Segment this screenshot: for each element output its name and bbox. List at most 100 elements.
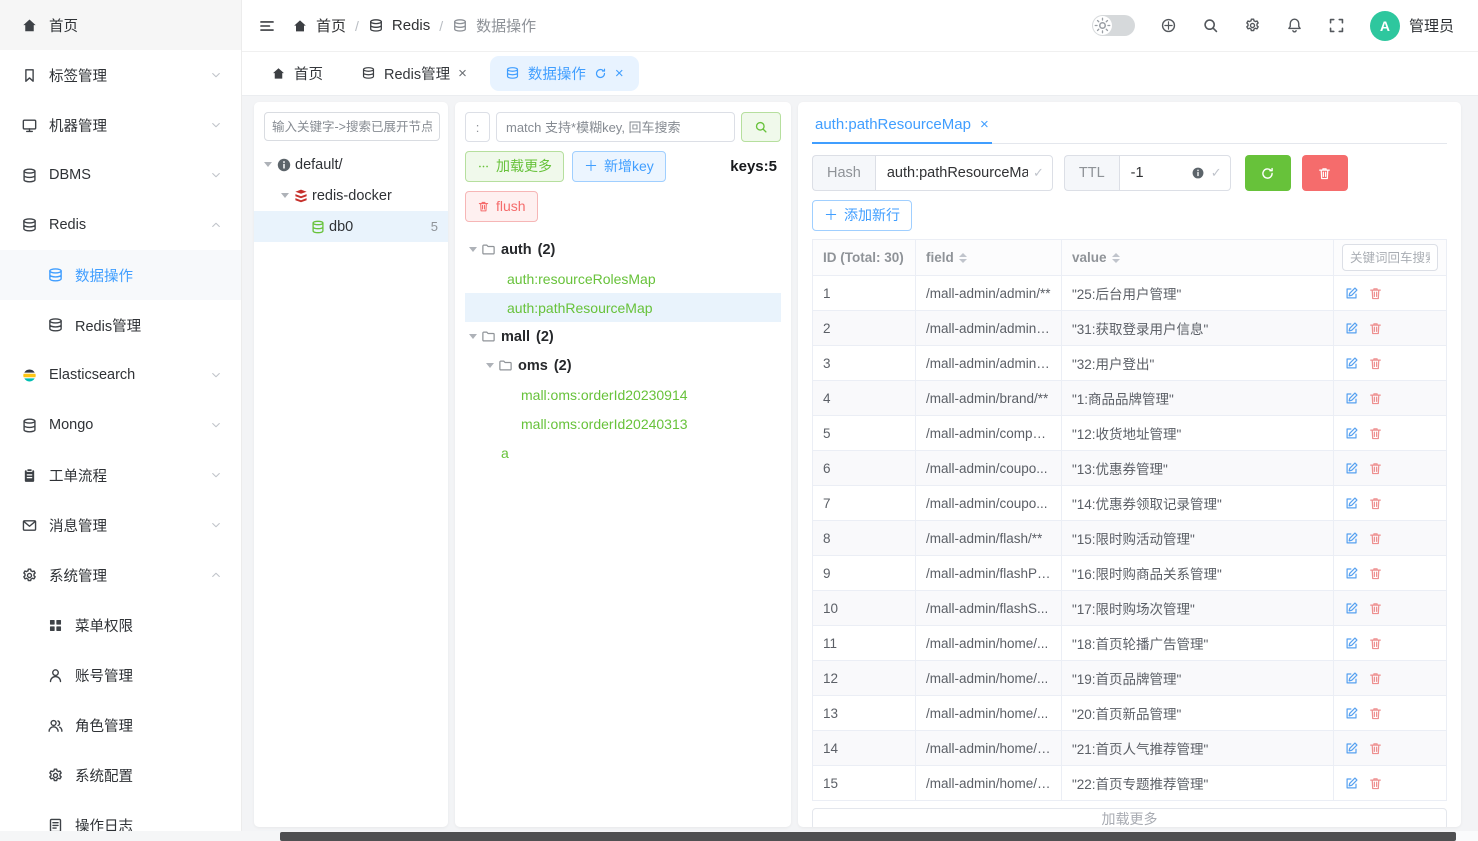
edit-icon[interactable] bbox=[1344, 531, 1359, 546]
trash-icon[interactable] bbox=[1368, 601, 1383, 616]
tab-redis-manage[interactable]: Redis管理 × bbox=[346, 56, 482, 91]
collapse-sidebar-icon[interactable] bbox=[258, 17, 276, 35]
gear-icon[interactable] bbox=[1244, 17, 1261, 34]
refresh-icon[interactable] bbox=[594, 67, 607, 80]
refresh-key-button[interactable] bbox=[1244, 155, 1291, 191]
edit-icon[interactable] bbox=[1344, 391, 1359, 406]
table-filter-input[interactable] bbox=[1342, 244, 1438, 271]
bell-icon[interactable] bbox=[1286, 17, 1303, 34]
edit-icon[interactable] bbox=[1344, 636, 1359, 651]
sort-icon[interactable] bbox=[1111, 253, 1120, 264]
caret-down-icon[interactable] bbox=[486, 363, 494, 368]
horizontal-scrollbar[interactable] bbox=[0, 831, 1478, 841]
sidebar-item-home[interactable]: 首页 bbox=[0, 0, 241, 50]
language-icon[interactable] bbox=[1160, 17, 1177, 34]
add-key-button[interactable]: ＋ 新增key bbox=[572, 151, 666, 182]
trash-icon[interactable] bbox=[1368, 496, 1383, 511]
edit-icon[interactable] bbox=[1344, 741, 1359, 756]
edit-icon[interactable] bbox=[1344, 461, 1359, 476]
caret-down-icon[interactable] bbox=[281, 193, 289, 198]
theme-toggle[interactable] bbox=[1091, 15, 1135, 36]
confirm-check-icon[interactable]: ✓ bbox=[1033, 155, 1044, 191]
edit-icon[interactable] bbox=[1344, 356, 1359, 371]
key-item[interactable]: auth:resourceRolesMap bbox=[465, 264, 781, 293]
edit-icon[interactable] bbox=[1344, 566, 1359, 581]
sidebar-item-messages[interactable]: 消息管理 bbox=[0, 500, 241, 550]
fullscreen-icon[interactable] bbox=[1328, 17, 1345, 34]
load-more-rows-button[interactable]: 加载更多 bbox=[812, 808, 1447, 827]
trash-icon[interactable] bbox=[1368, 636, 1383, 651]
match-pattern-input[interactable] bbox=[496, 112, 735, 142]
separator-input[interactable] bbox=[465, 112, 490, 142]
tab-home[interactable]: 首页 bbox=[256, 56, 338, 91]
trash-icon[interactable] bbox=[1368, 461, 1383, 476]
edit-icon[interactable] bbox=[1344, 706, 1359, 721]
tree-node-db0[interactable]: db0 5 bbox=[254, 211, 448, 242]
tree-node-default[interactable]: default/ bbox=[264, 149, 440, 180]
breadcrumb-redis[interactable]: Redis bbox=[368, 17, 430, 34]
sidebar-item-accounts[interactable]: 账号管理 bbox=[0, 650, 241, 700]
load-more-keys-button[interactable]: 加载更多 bbox=[465, 151, 564, 182]
sidebar-item-workorder[interactable]: 工单流程 bbox=[0, 450, 241, 500]
edit-icon[interactable] bbox=[1344, 321, 1359, 336]
key-folder-oms[interactable]: oms (2) bbox=[465, 351, 781, 380]
edit-icon[interactable] bbox=[1344, 601, 1359, 616]
sidebar-item-machines[interactable]: 机器管理 bbox=[0, 100, 241, 150]
key-folder-mall[interactable]: mall (2) bbox=[465, 322, 781, 351]
key-item[interactable]: a bbox=[465, 438, 781, 467]
close-icon[interactable]: × bbox=[615, 66, 624, 81]
sidebar-item-dbms[interactable]: DBMS bbox=[0, 150, 241, 200]
search-keys-button[interactable] bbox=[741, 112, 781, 142]
caret-down-icon[interactable] bbox=[469, 334, 477, 339]
flush-button[interactable]: flush bbox=[465, 191, 538, 222]
key-item[interactable]: mall:oms:orderId20230914 bbox=[465, 380, 781, 409]
sidebar-item-menu-perms[interactable]: 菜单权限 bbox=[0, 600, 241, 650]
trash-icon[interactable] bbox=[1368, 776, 1383, 791]
trash-icon[interactable] bbox=[1368, 286, 1383, 301]
caret-down-icon[interactable] bbox=[469, 247, 477, 252]
add-row-button[interactable]: ＋ 添加新行 bbox=[812, 200, 912, 231]
user-menu[interactable]: A 管理员 bbox=[1369, 10, 1454, 41]
edit-icon[interactable] bbox=[1344, 286, 1359, 301]
close-icon[interactable]: × bbox=[980, 117, 989, 132]
trash-icon[interactable] bbox=[1368, 531, 1383, 546]
type-select[interactable]: Hash bbox=[812, 155, 875, 191]
sidebar-item-system[interactable]: 系统管理 bbox=[0, 550, 241, 600]
delete-key-button[interactable] bbox=[1301, 155, 1348, 191]
trash-icon[interactable] bbox=[1368, 321, 1383, 336]
trash-icon[interactable] bbox=[1368, 566, 1383, 581]
scrollbar-thumb[interactable] bbox=[280, 832, 1456, 841]
trash-icon[interactable] bbox=[1368, 741, 1383, 756]
key-name-input[interactable] bbox=[874, 155, 1053, 191]
trash-icon[interactable] bbox=[1368, 426, 1383, 441]
sidebar-item-redis[interactable]: Redis bbox=[0, 200, 241, 250]
edit-icon[interactable] bbox=[1344, 496, 1359, 511]
caret-down-icon[interactable] bbox=[264, 162, 272, 167]
sidebar-item-data-ops[interactable]: 数据操作 bbox=[0, 250, 241, 300]
search-icon[interactable] bbox=[1202, 17, 1219, 34]
trash-icon[interactable] bbox=[1368, 391, 1383, 406]
tree-node-redis-docker[interactable]: redis-docker bbox=[264, 180, 440, 211]
edit-icon[interactable] bbox=[1344, 426, 1359, 441]
key-tab[interactable]: auth:pathResourceMap × bbox=[812, 114, 992, 144]
sidebar-item-roles[interactable]: 角色管理 bbox=[0, 700, 241, 750]
trash-icon[interactable] bbox=[1368, 356, 1383, 371]
edit-icon[interactable] bbox=[1344, 776, 1359, 791]
sidebar-item-sysconfig[interactable]: 系统配置 bbox=[0, 750, 241, 800]
trash-icon[interactable] bbox=[1368, 706, 1383, 721]
breadcrumb-home[interactable]: 首页 bbox=[292, 15, 346, 36]
sidebar-item-tags[interactable]: 标签管理 bbox=[0, 50, 241, 100]
sort-icon[interactable] bbox=[958, 253, 967, 264]
explorer-search-input[interactable] bbox=[264, 112, 440, 141]
sidebar-item-redis-manage[interactable]: Redis管理 bbox=[0, 300, 241, 350]
key-folder-auth[interactable]: auth (2) bbox=[465, 235, 781, 264]
key-item[interactable]: auth:pathResourceMap bbox=[465, 293, 781, 322]
close-icon[interactable]: × bbox=[458, 66, 467, 81]
trash-icon[interactable] bbox=[1368, 671, 1383, 686]
edit-icon[interactable] bbox=[1344, 671, 1359, 686]
sidebar-item-mongo[interactable]: Mongo bbox=[0, 400, 241, 450]
tab-data-ops[interactable]: 数据操作 × bbox=[489, 56, 639, 91]
key-item[interactable]: mall:oms:orderId20240313 bbox=[465, 409, 781, 438]
sidebar-item-elasticsearch[interactable]: Elasticsearch bbox=[0, 350, 241, 400]
confirm-check-icon[interactable]: ✓ bbox=[1211, 165, 1222, 181]
